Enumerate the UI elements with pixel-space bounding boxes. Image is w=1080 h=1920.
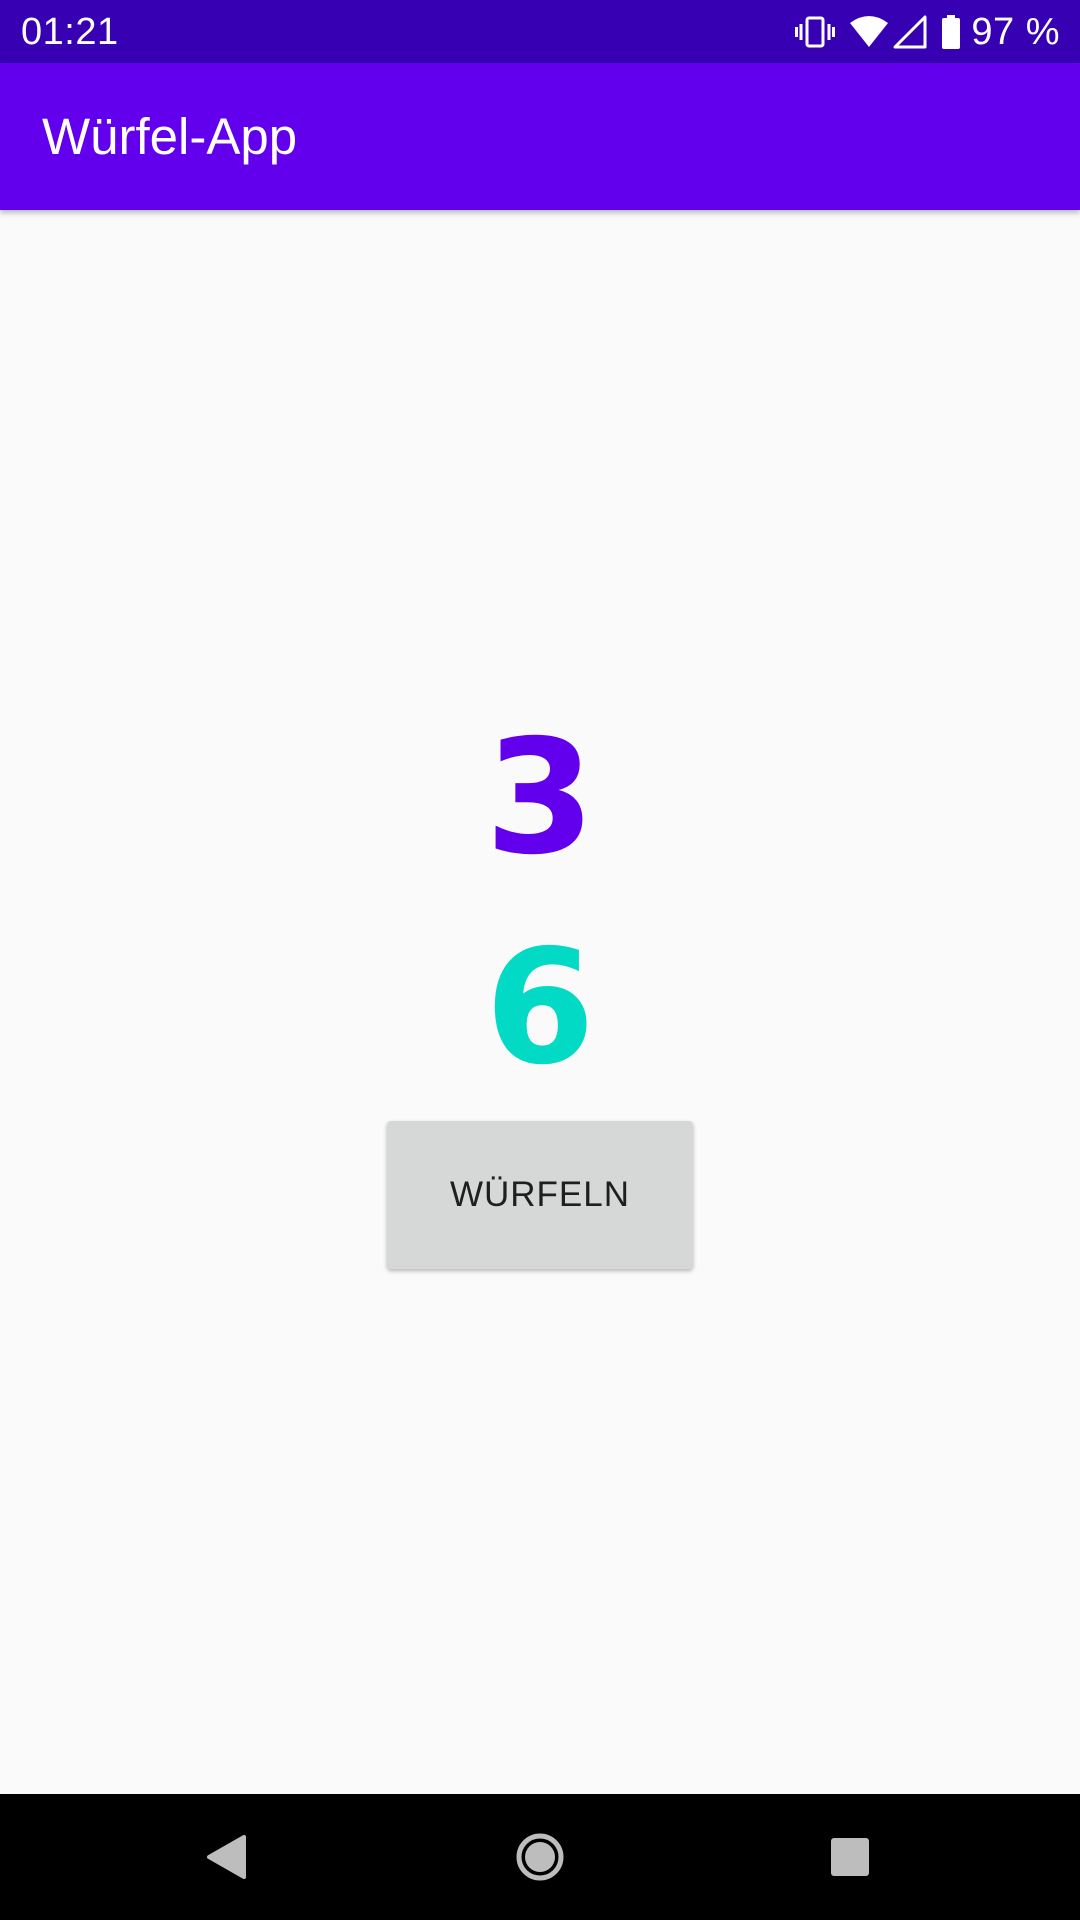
- battery-percentage: 97 %: [971, 11, 1060, 53]
- wifi-icon: [849, 15, 889, 49]
- recents-button[interactable]: [814, 1821, 886, 1893]
- vibrate-icon: [795, 15, 836, 49]
- recents-icon: [831, 1838, 869, 1876]
- app-bar: Würfel-App: [0, 63, 1080, 210]
- status-bar: 01:21 97 %: [0, 0, 1080, 63]
- signal-icon: [893, 15, 927, 49]
- back-button[interactable]: [190, 1821, 262, 1893]
- app-title: Würfel-App: [42, 108, 298, 165]
- battery-icon: [941, 15, 961, 49]
- status-icons: 97 %: [795, 10, 1060, 54]
- first-dice-value: 3: [485, 706, 595, 890]
- status-time: 01:21: [21, 11, 119, 53]
- screen: 01:21 97 % Würfel-App 3 6 WÜRFELN: [0, 0, 1080, 1920]
- back-icon: [207, 1835, 246, 1879]
- navigation-bar: [0, 1794, 1080, 1920]
- roll-dice-button[interactable]: WÜRFELN: [387, 1121, 693, 1269]
- home-button[interactable]: [504, 1821, 576, 1893]
- home-icon: [516, 1833, 564, 1881]
- second-dice-value: 6: [485, 916, 595, 1100]
